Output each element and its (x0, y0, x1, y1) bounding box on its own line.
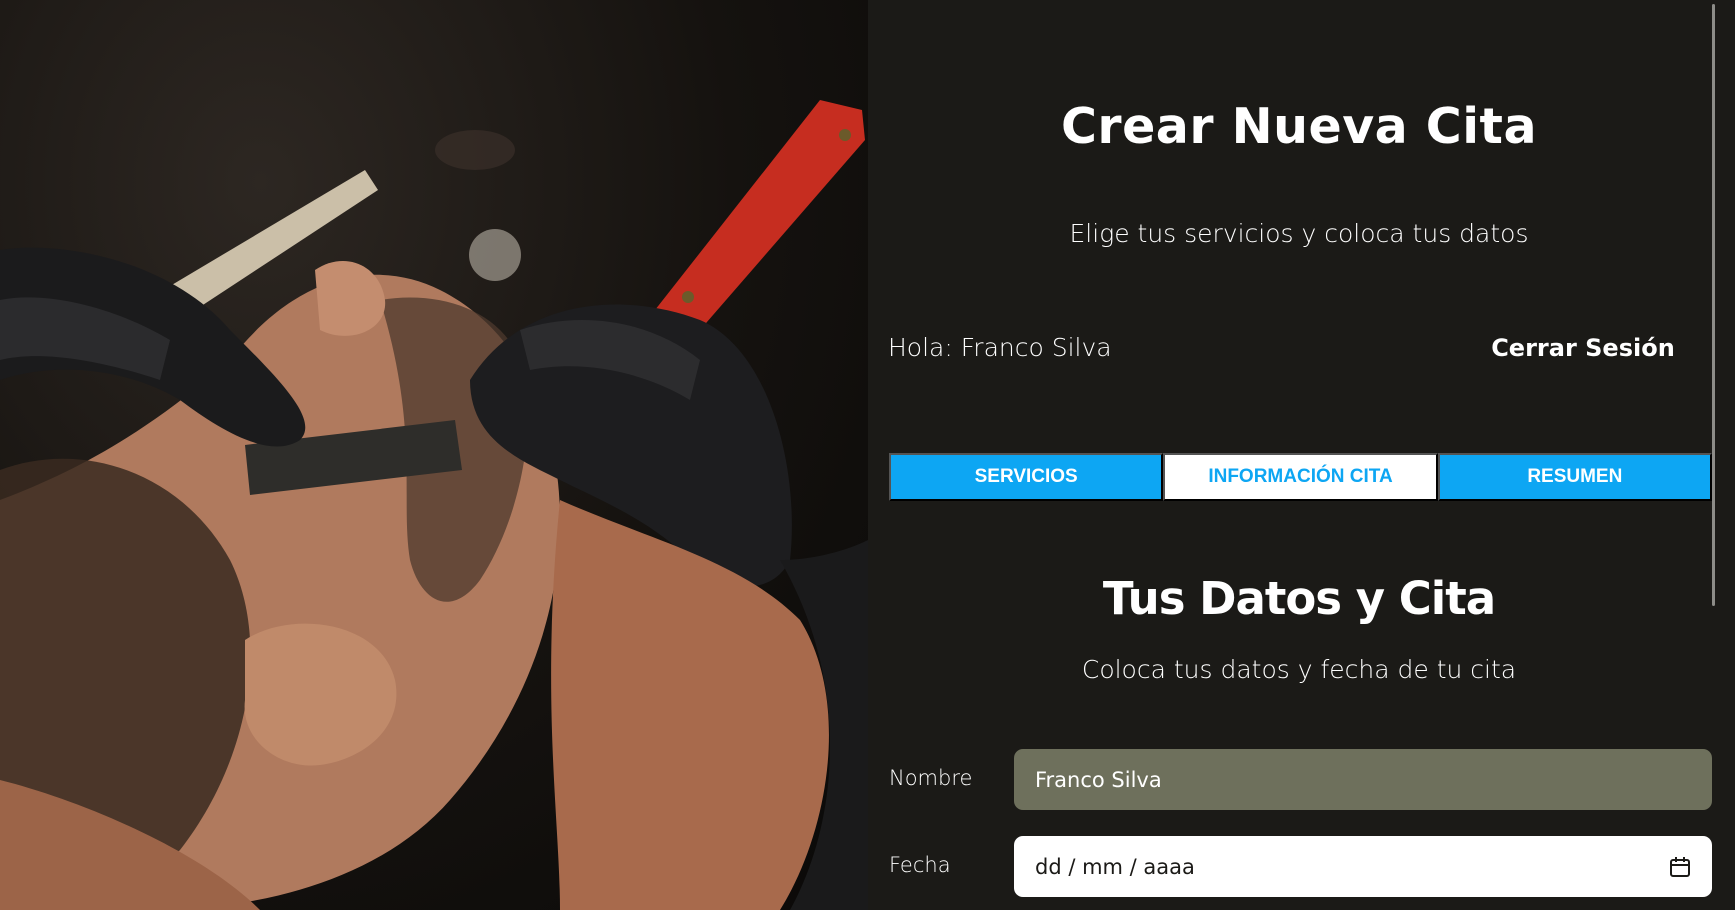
section-title: Tus Datos y Cita (1102, 572, 1496, 625)
user-greeting: Hola: Franco Silva (888, 333, 1112, 362)
barber-shaving-illustration (0, 100, 868, 910)
name-value: Franco Silva (1035, 767, 1162, 792)
page-subtitle: Elige tus servicios y coloca tus datos (1069, 219, 1529, 248)
date-label: Fecha (889, 853, 951, 877)
page-title: Crear Nueva Cita (1060, 98, 1538, 155)
tab-servicios[interactable]: Servicios (889, 453, 1164, 501)
scrollbar-thumb[interactable] (1712, 4, 1715, 606)
calendar-icon[interactable] (1669, 856, 1691, 878)
logout-link[interactable]: Cerrar Sesión (1488, 334, 1678, 362)
tab-informacion-cita[interactable]: Información Cita (1163, 453, 1438, 501)
name-field[interactable]: Franco Silva (1014, 749, 1712, 810)
step-tabs: Servicios Información Cita Resumen (889, 453, 1712, 501)
date-field[interactable]: dd / mm / aaaa (1014, 836, 1712, 897)
name-label: Nombre (889, 766, 973, 790)
tab-resumen[interactable]: Resumen (1437, 453, 1712, 501)
appointment-panel: Crear Nueva Cita Elige tus servicios y c… (868, 0, 1735, 910)
date-placeholder: dd / mm / aaaa (1035, 854, 1195, 879)
section-subtitle: Coloca tus datos y fecha de tu cita (1081, 655, 1517, 684)
barber-hero-image (0, 0, 868, 910)
